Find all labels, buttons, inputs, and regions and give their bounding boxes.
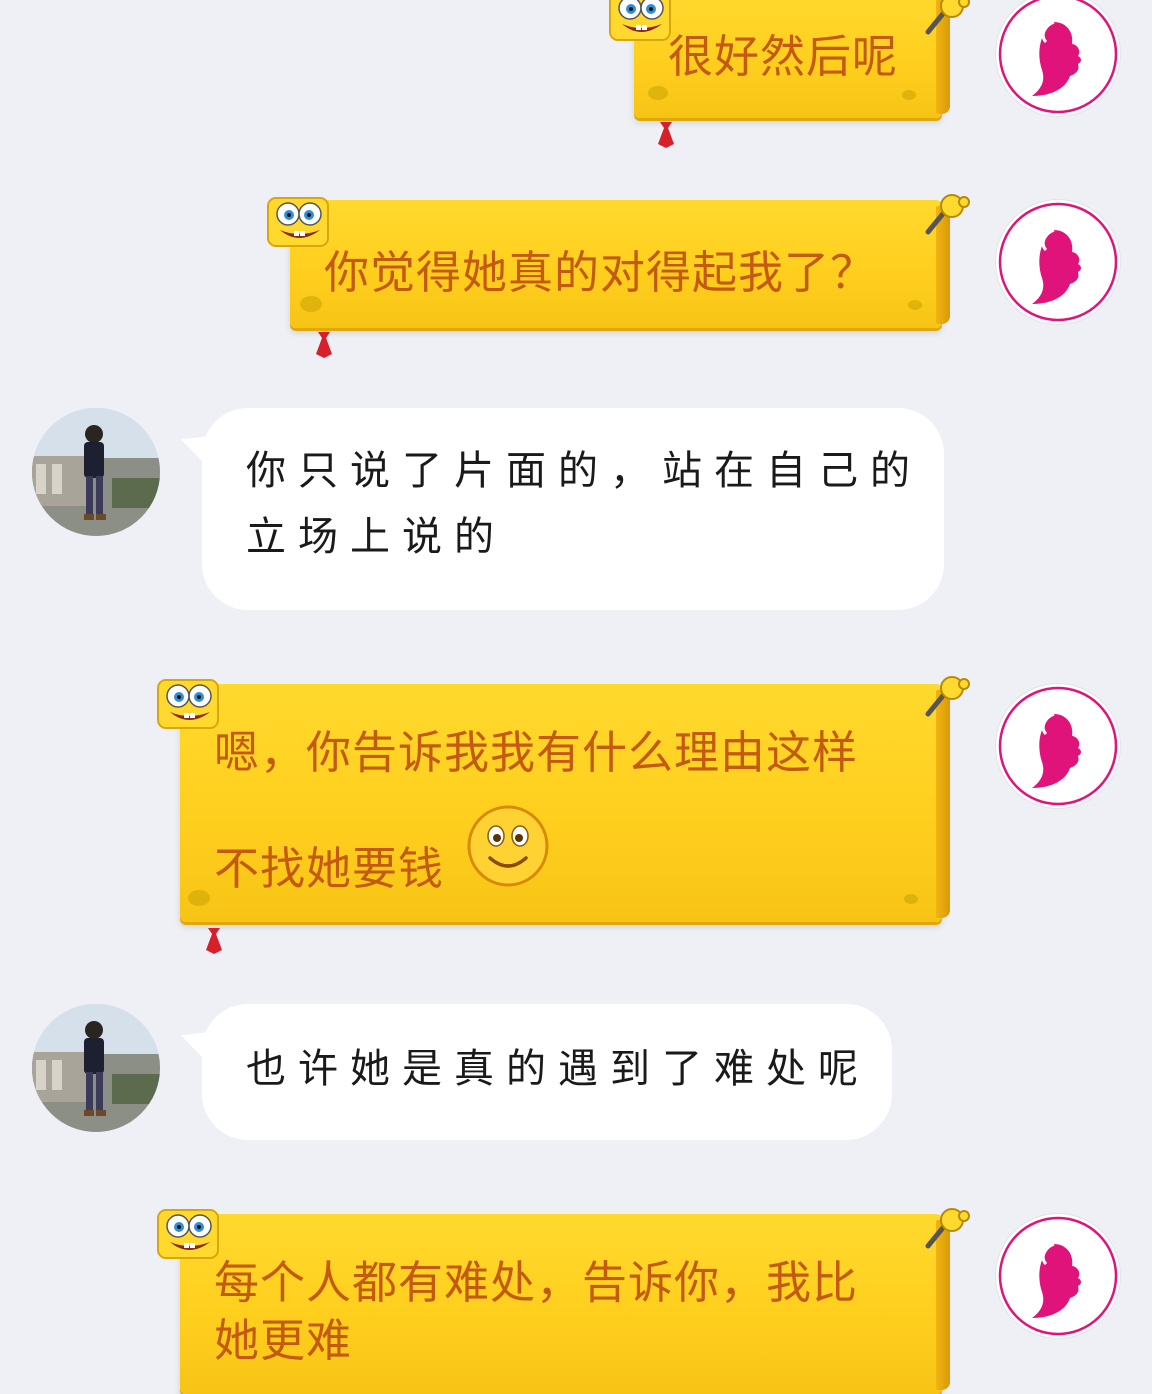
pink-face-logo-avatar[interactable] <box>996 1214 1120 1338</box>
spongebob-icon <box>600 0 684 44</box>
person-photo-avatar[interactable] <box>32 408 160 536</box>
spongebob-icon <box>148 1202 232 1262</box>
sponge-spot <box>648 86 668 100</box>
person-photo-avatar[interactable] <box>32 1004 160 1132</box>
spongebob-hand-icon <box>920 1208 974 1254</box>
spongebob-hand-icon <box>920 676 974 722</box>
pink-face-logo-avatar[interactable] <box>996 684 1120 808</box>
message-bubble-2[interactable]: 你觉得她真的对得起我了？ <box>290 200 950 328</box>
sponge-spot <box>904 894 918 904</box>
red-tie-icon <box>656 122 676 148</box>
red-tie-icon <box>204 928 224 954</box>
pink-face-logo-avatar[interactable] <box>996 0 1120 116</box>
message-text: 也许她是真的遇到了难处呢 <box>246 1046 870 1092</box>
message-bubble-5[interactable]: 也许她是真的遇到了难处呢 <box>176 1004 892 1140</box>
red-tie-icon <box>314 332 334 358</box>
sponge-spot <box>908 300 922 310</box>
message-bubble-3[interactable]: 你只说了片面的，站在自己的 立场上说的 <box>176 408 944 610</box>
message-bubble-6[interactable]: 每个人都有难处，告诉你，我比 她更难 <box>180 1214 950 1394</box>
spongebob-icon <box>148 672 232 732</box>
bubble-tail <box>176 426 214 464</box>
bubble-tail <box>176 1022 214 1060</box>
message-text: 很好然后呢 <box>668 30 899 83</box>
sponge-spot <box>300 296 322 312</box>
message-bubble-4[interactable]: 嗯，你告诉我我有什么理由这样 不找她要钱 <box>180 684 950 922</box>
spongebob-hand-icon <box>920 0 974 40</box>
sponge-spot <box>902 90 916 100</box>
message-text: 每个人都有难处，告诉你，我比 她更难 <box>214 1256 859 1367</box>
spongebob-hand-icon <box>920 194 974 240</box>
sponge-spot <box>188 890 210 906</box>
smile-emoji-icon <box>466 804 550 888</box>
message-text: 你觉得她真的对得起我了？ <box>324 246 877 299</box>
message-text: 你只说了片面的，站在自己的 立场上说的 <box>246 448 922 560</box>
pink-face-logo-avatar[interactable] <box>996 200 1120 324</box>
spongebob-icon <box>258 190 342 250</box>
bubble-scroll-edge <box>936 690 950 918</box>
